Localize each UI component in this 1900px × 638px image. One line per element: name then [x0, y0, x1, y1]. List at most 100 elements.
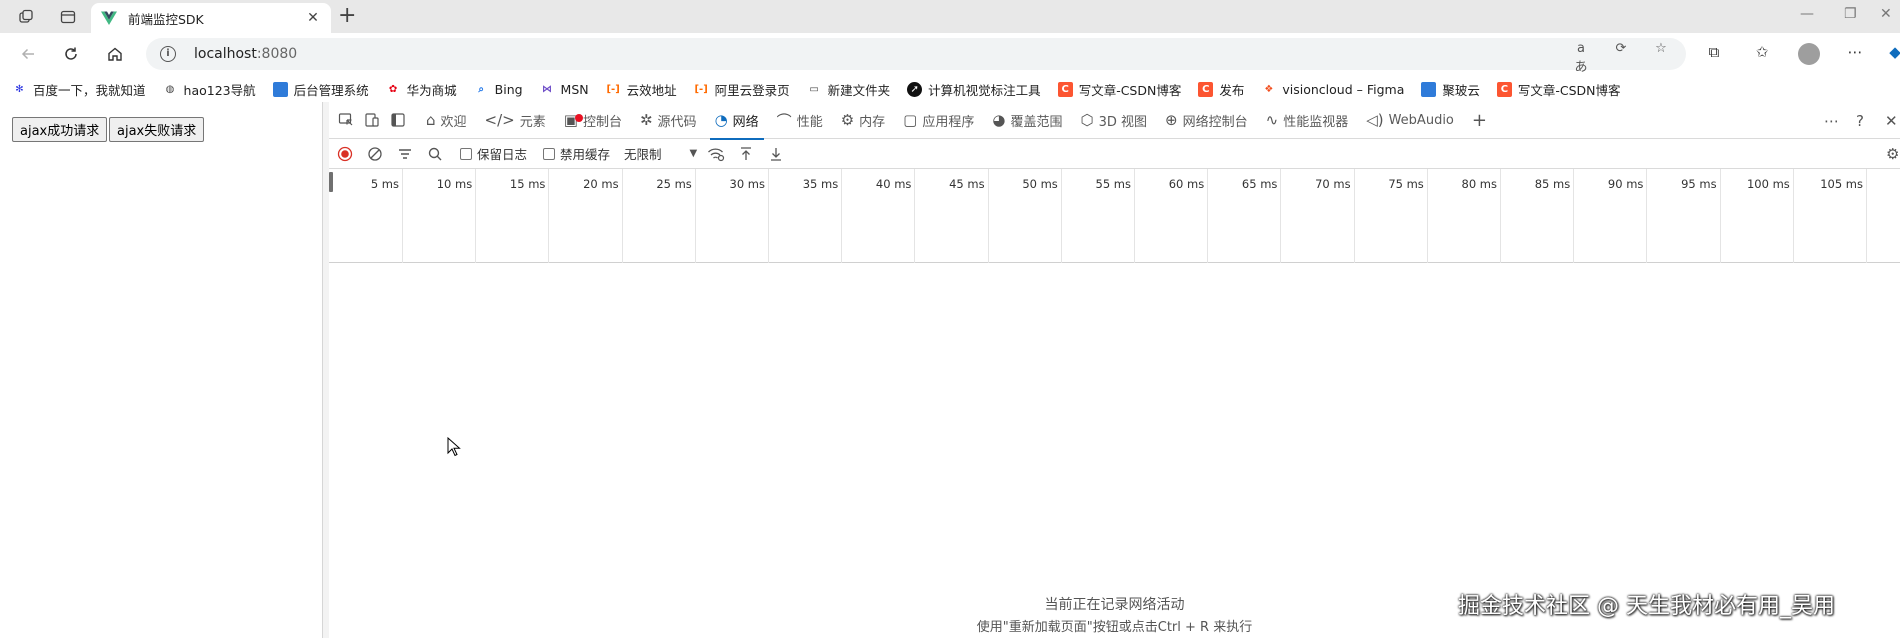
- bookmark-item[interactable]: ▭ 新建文件夹: [807, 80, 890, 99]
- bookmark-label: 后台管理系统: [293, 82, 369, 98]
- export-har-icon[interactable]: [761, 142, 791, 166]
- network-settings-icon[interactable]: ⚙: [1886, 145, 1899, 163]
- toggle-sidebar-icon[interactable]: [385, 107, 411, 133]
- bookmark-item[interactable]: ◍ hao123导航: [163, 80, 256, 99]
- url-text[interactable]: localhost:8080: [194, 46, 297, 62]
- tick-label: 45 ms: [949, 177, 985, 191]
- more-menu-icon[interactable]: ⋯: [1844, 43, 1866, 65]
- device-emulation-icon[interactable]: [359, 107, 385, 133]
- extensions-icon[interactable]: ⧉: [1703, 43, 1725, 65]
- window-close-icon[interactable]: ✕: [1880, 6, 1892, 22]
- workspaces-icon[interactable]: [16, 7, 36, 27]
- favorites-icon[interactable]: ✩: [1751, 43, 1773, 65]
- timeline-tick: 55 ms: [1096, 169, 1135, 263]
- aliyun-icon: [-]: [606, 83, 620, 95]
- monitor-icon: ∿: [1265, 111, 1279, 129]
- timeline-tick: 20 ms: [583, 169, 623, 263]
- network-conditions-icon[interactable]: [701, 142, 731, 166]
- close-devtools-icon[interactable]: ✕: [1885, 112, 1898, 130]
- tick-label: 85 ms: [1534, 177, 1571, 191]
- bookmark-item[interactable]: ■ 后台管理系统: [272, 80, 369, 99]
- translate-icon[interactable]: ⟳: [1612, 41, 1630, 59]
- bookmark-item[interactable]: ❖ visioncloud – Figma: [1261, 82, 1404, 97]
- bookmark-label: MSN: [560, 81, 589, 97]
- timeline-range-handle[interactable]: [329, 172, 333, 192]
- arrow-circle-icon: ➚: [907, 81, 923, 97]
- tab-console[interactable]: ▣ 控制台: [555, 102, 631, 139]
- tick-label: 105 ms: [1820, 177, 1863, 191]
- tick-label: 40 ms: [875, 177, 912, 191]
- timeline-tick: 30 ms: [730, 169, 769, 263]
- add-tool-icon[interactable]: +: [1463, 102, 1496, 139]
- code-icon: </>: [484, 111, 515, 129]
- clear-icon[interactable]: [360, 142, 390, 166]
- bookmark-item[interactable]: [-] 阿里云登录页: [694, 80, 789, 99]
- bookmark-item[interactable]: C 写文章-CSDN博客: [1057, 80, 1181, 99]
- vue-logo-icon: [101, 11, 117, 25]
- tab-cube[interactable]: ⬡ 3D 视图: [1071, 102, 1156, 139]
- bookmark-item[interactable]: ✿ 华为商城: [386, 80, 457, 99]
- inspect-element-icon[interactable]: [333, 107, 359, 133]
- tab-performance[interactable]: ⌒ 性能: [768, 102, 832, 139]
- profile-avatar[interactable]: [1798, 43, 1820, 65]
- tab-label: 元素: [519, 114, 546, 130]
- import-har-icon[interactable]: [731, 142, 761, 166]
- ajax-fail-button[interactable]: ajax失败请求: [109, 117, 205, 142]
- disable-cache-checkbox[interactable]: 禁用缓存: [543, 144, 610, 163]
- speaker-icon: ◁): [1366, 111, 1384, 129]
- filter-icon[interactable]: [390, 142, 420, 166]
- tab-home[interactable]: ⌂ 欢迎: [417, 102, 476, 139]
- read-aloud-icon[interactable]: aあ: [1572, 41, 1590, 75]
- bookmark-item[interactable]: [-] 云效地址: [606, 80, 676, 99]
- new-tab-icon[interactable]: +: [338, 4, 356, 28]
- tab-bug[interactable]: ✲ 源代码: [631, 102, 706, 139]
- bookmark-item[interactable]: ⋈ MSN: [540, 82, 589, 97]
- preserve-log-checkbox[interactable]: 保留日志: [460, 144, 527, 163]
- refresh-icon[interactable]: [60, 43, 82, 65]
- minimize-icon[interactable]: —: [1800, 6, 1814, 22]
- bookmark-item[interactable]: ✻ 百度一下，我就知道: [12, 80, 145, 99]
- tab-wifi[interactable]: ◔ 网络: [706, 102, 768, 140]
- bookmark-item[interactable]: C 写文章-CSDN博客: [1496, 80, 1621, 99]
- globe-icon: ◍: [165, 83, 175, 95]
- folder-icon: ▭: [809, 83, 819, 95]
- tab-memory[interactable]: ⚙ 内存: [832, 102, 894, 139]
- checkbox-box[interactable]: [543, 147, 556, 160]
- favorite-star-icon[interactable]: ☆: [1652, 41, 1670, 59]
- tab-actions-icon[interactable]: [58, 7, 78, 27]
- tab-code[interactable]: </> 元素: [476, 102, 555, 139]
- record-stop-icon[interactable]: [330, 142, 360, 166]
- preserve-log-label: 保留日志: [477, 147, 528, 162]
- bookmark-item[interactable]: ■ 聚玻云: [1421, 80, 1480, 99]
- site-info-icon[interactable]: i: [160, 46, 176, 62]
- back-icon[interactable]: [17, 43, 39, 65]
- timeline-tick: 95 ms: [1681, 169, 1721, 263]
- restore-icon[interactable]: ❐: [1844, 6, 1857, 22]
- help-icon[interactable]: ?: [1856, 112, 1864, 130]
- tab-label: 欢迎: [440, 114, 467, 130]
- copilot-icon[interactable]: ◆: [1884, 43, 1900, 65]
- tab-speaker[interactable]: ◁) WebAudio: [1357, 102, 1463, 139]
- close-tab-icon[interactable]: ✕: [305, 10, 321, 26]
- checkbox-box[interactable]: [460, 147, 472, 160]
- tab-coverage[interactable]: ◕ 覆盖范围: [983, 102, 1071, 139]
- address-bar[interactable]: i localhost:8080: [146, 38, 1686, 70]
- bookmark-item[interactable]: ⌕ Bing: [474, 82, 522, 97]
- browser-tab-active[interactable]: 前端监控SDK ✕: [91, 3, 331, 33]
- tab-network-console[interactable]: ⊕ 网络控制台: [1156, 102, 1257, 139]
- tab-application[interactable]: ▢ 应用程序: [894, 102, 983, 139]
- throttling-select[interactable]: 无限制 ▼: [624, 144, 697, 163]
- tick-label: 70 ms: [1315, 177, 1351, 191]
- tick-label: 20 ms: [583, 177, 619, 191]
- tab-monitor[interactable]: ∿ 性能监视器: [1257, 102, 1358, 139]
- chevron-down-icon[interactable]: ▼: [690, 148, 698, 159]
- timeline-tick: 75 ms: [1388, 169, 1428, 263]
- msn-butterfly-icon: ⋈: [542, 83, 553, 95]
- home-icon[interactable]: [104, 43, 126, 65]
- ajax-success-button[interactable]: ajax成功请求: [12, 117, 108, 142]
- more-tools-icon[interactable]: ⋯: [1824, 112, 1839, 130]
- bookmark-item[interactable]: C 发布: [1198, 80, 1244, 99]
- network-overview-timeline[interactable]: 5 ms 10 ms 15 ms 20 ms 25 ms 30 ms 35 ms 40 ms 4…: [329, 169, 1900, 263]
- bookmark-item[interactable]: ➚ 计算机视觉标注工具: [907, 80, 1041, 99]
- search-icon[interactable]: [420, 142, 450, 166]
